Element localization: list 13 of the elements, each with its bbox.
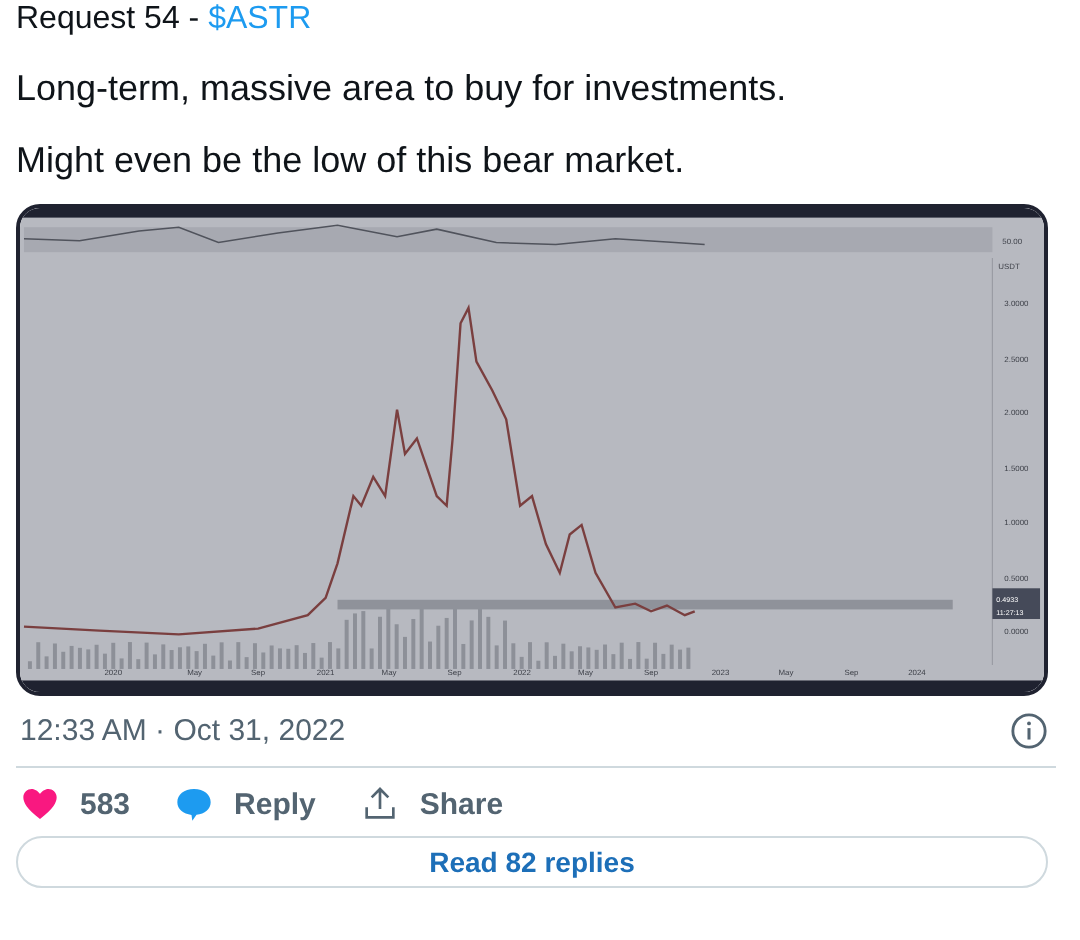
tweet-text: Request 54 - $ASTR — [16, 0, 314, 40]
share-button[interactable]: Share — [359, 784, 504, 824]
read-replies-button[interactable]: Read 82 replies — [16, 836, 1048, 888]
reply-button[interactable]: Reply — [174, 784, 316, 824]
info-icon[interactable] — [1010, 712, 1048, 750]
price-tag — [992, 588, 1041, 619]
speech-bubble-icon — [174, 784, 215, 824]
timestamp: 12:33 AM · Oct 31, 2022 — [20, 714, 346, 748]
like-button[interactable]: 583 — [20, 784, 131, 824]
tweet-text: Might even be the low of this bear market. — [16, 138, 687, 184]
share-icon — [359, 784, 400, 824]
heart-icon — [20, 784, 60, 824]
tweet-text: Long-term, massive area to buy for investments. — [16, 66, 789, 112]
